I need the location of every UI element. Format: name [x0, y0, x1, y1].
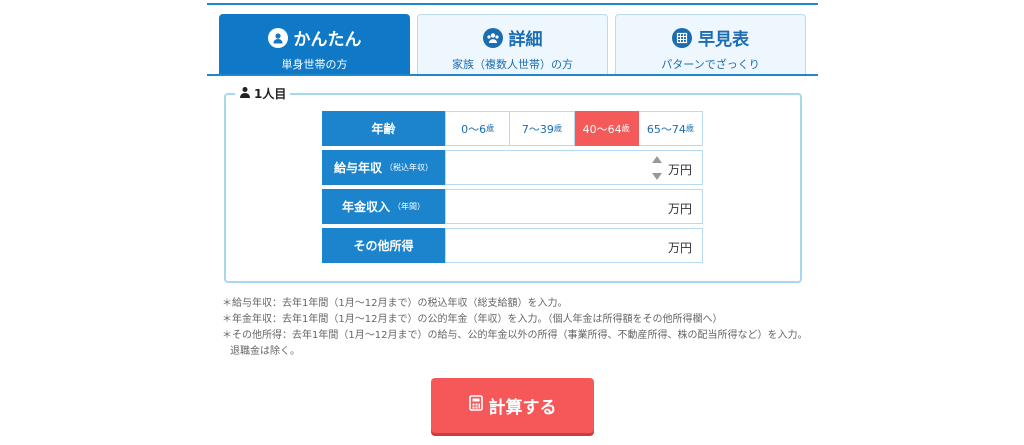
salary-unit: 万円 [667, 163, 692, 177]
tab-simple-title: かんたん [293, 30, 362, 50]
age-option-40-64[interactable]: 40～64 歳 [574, 111, 639, 146]
calculate-button-label: 計算する [488, 398, 557, 418]
tab-detail[interactable]: 詳細 家族（複数人世帯）の方 [417, 14, 608, 75]
other-income-input[interactable]: 万円 [445, 228, 703, 263]
tab-quick-table-title: 早見表 [698, 30, 749, 50]
age-row: 年齢 0～6 歳 7～39 歳 40～64 歳 65～74 歳 [322, 111, 703, 146]
top-divider [207, 3, 818, 5]
age-option-65-74[interactable]: 65～74 歳 [638, 111, 703, 146]
calculate-button[interactable]: 計算する [431, 378, 594, 433]
pension-row: 年金収入 （年間） 万円 [322, 189, 703, 224]
mode-tabs: かんたん 単身世帯の方 詳細 家族（複数人世帯）の方 早見表 パターンでざっくり [219, 14, 806, 76]
calculator-icon [468, 395, 483, 416]
tab-quick-table-sub: パターンでざっくり [661, 58, 760, 71]
salary-row: 給与年収 （税込年収） 万円 [322, 150, 703, 185]
pension-label: 年金収入 （年間） [322, 189, 445, 224]
age-option-7-39[interactable]: 7～39 歳 [510, 111, 575, 146]
other-income-label: その他所得 [322, 228, 445, 263]
note-salary: ＊給与年収：去年1年間（1月～12月まで）の税込年収（総支給額）を入力。 [222, 298, 568, 309]
tab-quick-table[interactable]: 早見表 パターンでざっくり [615, 14, 806, 75]
pension-unit: 万円 [667, 202, 692, 216]
note-pension: ＊年金年収：去年1年間（1月～12月まで）の公的年金（年収）を入力。（個人年金は… [222, 314, 723, 325]
notes: ＊給与年収：去年1年間（1月～12月まで）の税込年収（総支給額）を入力。 ＊年金… [222, 296, 812, 360]
other-income-row: その他所得 万円 [322, 228, 703, 263]
number-stepper[interactable] [652, 156, 662, 180]
stepper-down-icon[interactable] [652, 173, 662, 180]
tab-detail-title: 詳細 [508, 30, 543, 50]
tab-detail-sub: 家族（複数人世帯）の方 [452, 58, 573, 71]
pension-label-note: （年間） [393, 202, 425, 211]
panel-legend-text: 1人目 [254, 87, 287, 101]
age-label: 年齢 [322, 111, 445, 146]
age-option-0-6[interactable]: 0～6 歳 [445, 111, 511, 146]
stepper-up-icon[interactable] [652, 156, 662, 163]
note-other: ＊その他所得：去年1年間（1月～12月まで）の給与、公的年金以外の所得（事業所得… [222, 330, 808, 357]
group-icon [482, 27, 503, 48]
salary-label: 給与年収 （税込年収） [322, 150, 445, 185]
age-options: 0～6 歳 7～39 歳 40～64 歳 65～74 歳 [445, 111, 703, 146]
panel-legend: 1人目 [235, 85, 291, 102]
salary-input[interactable]: 万円 [445, 150, 703, 185]
user-icon [267, 27, 288, 48]
table-icon [672, 27, 692, 48]
salary-label-note: （税込年収） [385, 163, 433, 172]
tab-simple[interactable]: かんたん 単身世帯の方 [219, 14, 410, 75]
pension-input[interactable]: 万円 [445, 189, 703, 224]
other-income-unit: 万円 [667, 241, 692, 255]
tab-simple-sub: 単身世帯の方 [281, 58, 348, 71]
tab-bar-divider [207, 74, 818, 76]
person-icon [239, 86, 251, 101]
